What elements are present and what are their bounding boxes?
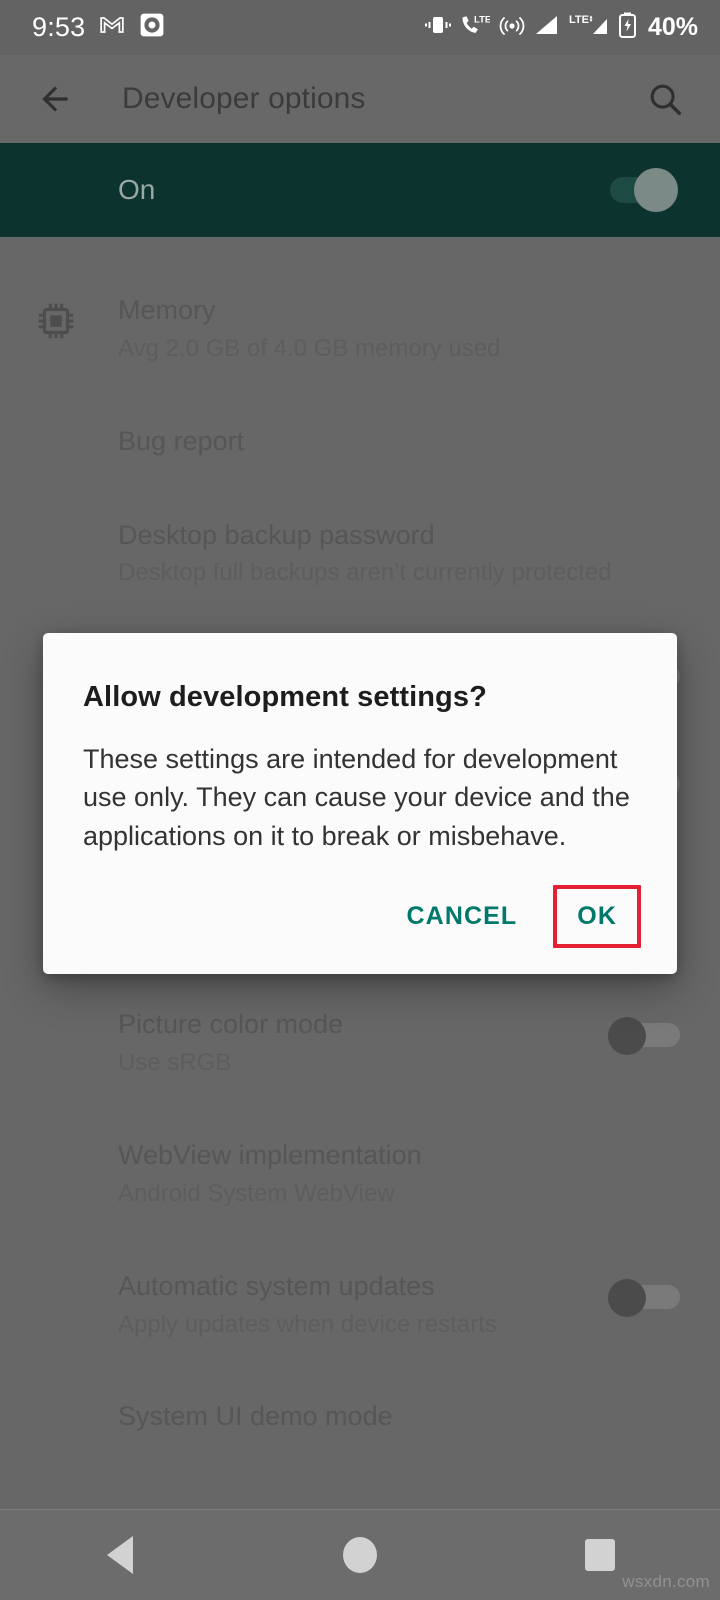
page-title: Developer options xyxy=(122,82,366,115)
list-item-automatic-system-updates[interactable]: Automatic system updates Apply updates w… xyxy=(0,1271,720,1340)
toggle-thumb xyxy=(608,1278,646,1317)
search-icon[interactable] xyxy=(638,72,692,126)
list-item-subtitle: Use sRGB xyxy=(118,1049,232,1077)
vibrate-icon xyxy=(424,13,451,42)
list-item-subtitle: Desktop full backups aren’t currently pr… xyxy=(118,559,612,587)
ok-button[interactable]: OK xyxy=(553,884,641,948)
list-item-title: Desktop backup password xyxy=(118,519,435,550)
list-item-text: Picture color mode Use sRGB xyxy=(118,1009,588,1078)
watermark: wsxdn.com xyxy=(622,1572,710,1591)
toggle-thumb xyxy=(608,1017,646,1056)
list-item-bug-report[interactable]: Bug report xyxy=(0,426,720,458)
list-item-title: Automatic system updates xyxy=(118,1270,435,1301)
status-clock: 9:53 xyxy=(32,12,86,42)
lte-data-icon: LTE xyxy=(569,13,609,42)
battery-saver-icon xyxy=(618,12,637,43)
list-item-text: Memory Avg 2.0 GB of 4.0 GB memory used xyxy=(118,295,686,364)
gmail-icon xyxy=(99,12,125,43)
master-switch-thumb xyxy=(634,168,678,212)
hotspot-icon xyxy=(499,13,525,42)
battery-percent: 40% xyxy=(647,13,698,41)
list-item-title: Picture color mode xyxy=(118,1009,344,1040)
list-item-system-ui-demo-mode[interactable]: System UI demo mode xyxy=(0,1401,720,1433)
list-item-memory[interactable]: Memory Avg 2.0 GB of 4.0 GB memory used xyxy=(0,295,720,364)
list-item-text: WebView implementation Android System We… xyxy=(118,1140,686,1209)
list-item-title: Memory xyxy=(118,295,216,325)
android-screen: 9:53 LTE LTE 40% Developer options On Me… xyxy=(0,0,720,1600)
dialog-actions: CANCEL OK xyxy=(83,884,641,956)
recorder-icon xyxy=(139,12,165,43)
nav-back-icon[interactable] xyxy=(60,1510,180,1600)
list-item-text: Desktop backup password Desktop full bac… xyxy=(118,520,686,589)
cancel-button[interactable]: CANCEL xyxy=(385,886,540,947)
memory-chip-icon xyxy=(30,295,82,347)
list-item-text: Bug report xyxy=(118,426,686,458)
app-bar: Developer options xyxy=(0,55,720,143)
automatic-system-updates-toggle[interactable] xyxy=(608,1277,686,1317)
list-item-text: System UI demo mode xyxy=(118,1401,686,1433)
nav-home-icon[interactable] xyxy=(300,1510,420,1600)
status-bar-right: LTE LTE 40% xyxy=(424,12,698,43)
list-item-title: Bug report xyxy=(118,425,245,456)
arrow-back-icon[interactable] xyxy=(28,72,82,126)
status-bar: 9:53 LTE LTE 40% xyxy=(0,0,720,55)
status-bar-left: 9:53 xyxy=(32,12,165,43)
navigation-bar xyxy=(0,1509,720,1600)
svg-text:LTE: LTE xyxy=(474,15,490,26)
list-item-text: Automatic system updates Apply updates w… xyxy=(118,1271,588,1340)
signal-bar-icon xyxy=(534,13,560,42)
list-item-title: WebView implementation xyxy=(118,1140,422,1171)
list-item-picture-color-mode[interactable]: Picture color mode Use sRGB xyxy=(0,1009,720,1078)
lte-call-icon: LTE xyxy=(460,13,491,42)
dialog-message: These settings are intended for developm… xyxy=(83,744,630,851)
list-item-subtitle: Avg 2.0 GB of 4.0 GB memory used xyxy=(118,334,501,362)
master-switch-toggle[interactable] xyxy=(594,167,686,213)
master-switch-label: On xyxy=(118,174,156,205)
list-item-subtitle: Apply updates when device restarts xyxy=(118,1310,497,1338)
dialog-title: Allow development settings? xyxy=(83,681,487,713)
list-item-desktop-backup-password[interactable]: Desktop backup password Desktop full bac… xyxy=(0,520,720,589)
picture-color-mode-toggle[interactable] xyxy=(608,1015,686,1056)
list-item-webview-implementation[interactable]: WebView implementation Android System We… xyxy=(0,1140,720,1209)
svg-text:LTE: LTE xyxy=(569,14,589,26)
developer-options-master-switch-row[interactable]: On xyxy=(0,143,720,237)
list-item-subtitle: Android System WebView xyxy=(118,1180,395,1207)
list-item-title: System UI demo mode xyxy=(118,1401,393,1432)
allow-development-settings-dialog: Allow development settings? These settin… xyxy=(43,633,677,974)
